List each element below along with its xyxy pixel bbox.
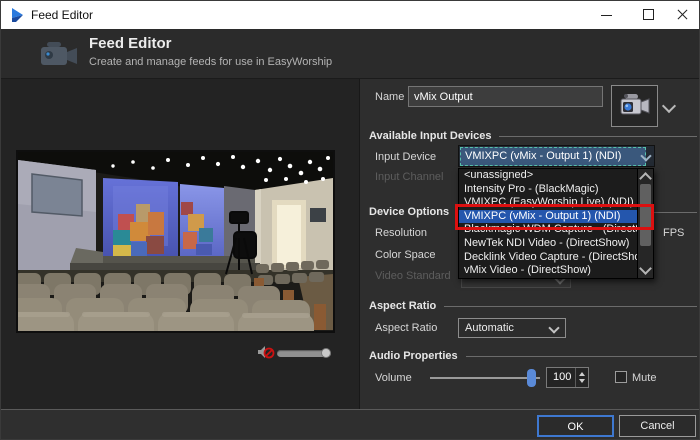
dropdown-item[interactable]: Intensity Pro - (BlackMagic) (459, 183, 638, 197)
button-bar: OK Cancel (1, 409, 699, 440)
ok-button[interactable]: OK (537, 415, 614, 437)
chevron-up-icon[interactable] (639, 172, 652, 185)
input-device-value: VMIXPC (vMix - Output 1) (NDI) (460, 147, 646, 166)
app-icon (10, 7, 26, 23)
maximize-icon (643, 9, 654, 20)
aspect-ratio-label: Aspect Ratio (375, 322, 437, 334)
dropdown-item[interactable]: <unassigned> (459, 169, 638, 183)
section-audio-properties: Audio Properties (369, 350, 697, 362)
chevron-down-icon[interactable] (639, 262, 652, 275)
chevron-down-icon (548, 322, 559, 333)
preview-volume-thumb[interactable] (321, 348, 331, 358)
spinner-up-icon[interactable] (579, 372, 585, 376)
input-device-label: Input Device (375, 151, 436, 163)
color-space-label: Color Space (375, 249, 436, 261)
section-aspect-ratio: Aspect Ratio (369, 300, 697, 312)
speaker-muted-icon[interactable] (257, 345, 275, 359)
aspect-ratio-dropdown[interactable]: Automatic (458, 318, 566, 338)
volume-value: 100 (553, 368, 571, 387)
maximize-button[interactable] (633, 1, 665, 28)
volume-slider-thumb[interactable] (527, 369, 536, 387)
input-device-dropdown-list: <unassigned> Intensity Pro - (BlackMagic… (458, 168, 654, 279)
dialog-header: Feed Editor Create and manage feeds for … (1, 29, 699, 79)
dropdown-item[interactable]: Blackmagic WDM Capture - (DirectShow) (459, 223, 638, 237)
input-device-combobox[interactable]: VMIXPC (vMix - Output 1) (NDI) (458, 145, 655, 167)
volume-spinner[interactable]: 100 (546, 367, 589, 388)
spinner-down-icon[interactable] (579, 379, 585, 383)
name-label: Name (375, 91, 404, 103)
dropdown-item[interactable]: VMIXPC (EasyWorship Live) (NDI) (459, 196, 638, 210)
dropdown-item[interactable]: vMix Video - (DirectShow) (459, 264, 638, 278)
section-available-input-devices: Available Input Devices (369, 130, 697, 142)
mute-label: Mute (632, 372, 656, 384)
header-title: Feed Editor (89, 35, 172, 52)
close-button[interactable] (667, 1, 699, 28)
video-preview (16, 150, 335, 333)
dropdown-item[interactable]: Decklink Video Capture - (DirectShow) (459, 251, 638, 265)
mute-checkbox[interactable] (615, 371, 627, 383)
minimize-icon (601, 15, 612, 16)
preview-image (18, 152, 333, 331)
minimize-button[interactable] (591, 1, 623, 28)
dropdown-scrollbar[interactable] (637, 169, 653, 278)
video-camera-icon (618, 92, 652, 120)
input-channel-label: Input Channel (375, 171, 444, 183)
aspect-ratio-value: Automatic (465, 322, 514, 334)
video-camera-icon (39, 39, 81, 69)
dropdown-item-selected[interactable]: VMIXPC (vMix - Output 1) (NDI) (459, 210, 638, 224)
header-subtitle: Create and manage feeds for use in EasyW… (89, 56, 332, 68)
feed-type-button[interactable] (611, 85, 658, 127)
dropdown-item[interactable]: NewTek NDI Video - (DirectShow) (459, 237, 638, 251)
scrollbar-thumb[interactable] (640, 184, 651, 246)
video-standard-label: Video Standard (375, 270, 451, 282)
volume-slider[interactable] (430, 377, 540, 379)
name-input[interactable] (408, 86, 603, 107)
cancel-button[interactable]: Cancel (619, 415, 696, 437)
fps-label: FPS (663, 227, 684, 239)
window-title: Feed Editor (31, 8, 93, 22)
resolution-label: Resolution (375, 227, 427, 239)
feed-editor-dialog: Feed Editor Feed Editor Create and manag… (0, 0, 700, 440)
volume-label: Volume (375, 372, 412, 384)
titlebar: Feed Editor (1, 1, 699, 30)
